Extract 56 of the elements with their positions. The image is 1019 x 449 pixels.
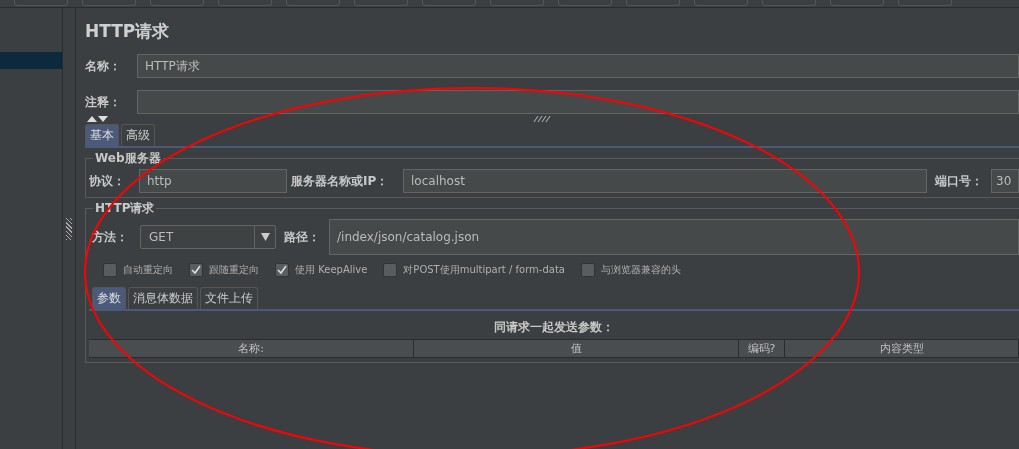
collapse-icon[interactable] bbox=[87, 115, 109, 122]
toolbar-button[interactable] bbox=[898, 0, 952, 6]
tab[interactable]: 消息体数据 bbox=[128, 287, 198, 309]
server-field[interactable]: localhost bbox=[403, 169, 927, 193]
toolbar-button[interactable] bbox=[830, 0, 884, 6]
panel-title: HTTP请求 bbox=[85, 20, 171, 43]
grip-icon bbox=[66, 217, 72, 240]
toolbar-button[interactable] bbox=[490, 0, 544, 6]
column-header: 内容类型 bbox=[785, 340, 1019, 357]
checkbox-label: 使用 KeepAlive bbox=[295, 263, 368, 277]
tab[interactable]: 参数 bbox=[92, 287, 126, 309]
toolbar-button[interactable] bbox=[14, 0, 68, 6]
column-header: 值 bbox=[414, 340, 739, 357]
checkbox[interactable] bbox=[580, 263, 595, 277]
field-label: 端口号： bbox=[935, 172, 984, 190]
checkbox-label: 对POST使用multipart / form-data bbox=[403, 263, 565, 277]
tab[interactable]: 基本 bbox=[85, 124, 119, 146]
checkbox-label: 与浏览器兼容的头 bbox=[600, 263, 681, 277]
field-label: 名称： bbox=[85, 57, 122, 75]
toolbar-button[interactable] bbox=[218, 0, 272, 6]
toolbar-button[interactable] bbox=[694, 0, 748, 6]
group-title: Web服务器 bbox=[93, 150, 163, 167]
field-label: 服务器名称或IP： bbox=[291, 172, 390, 190]
checkbox[interactable] bbox=[275, 263, 289, 277]
tree-item[interactable] bbox=[0, 52, 62, 69]
toolbar-button[interactable] bbox=[354, 0, 408, 6]
tab[interactable]: 文件上传 bbox=[200, 287, 258, 309]
toolbar-button[interactable] bbox=[762, 0, 816, 6]
checkbox[interactable] bbox=[383, 263, 398, 277]
name-field[interactable]: HTTP请求 bbox=[137, 54, 1019, 78]
toolbar-button[interactable] bbox=[422, 0, 476, 6]
method-dropdown[interactable]: GET bbox=[140, 225, 276, 249]
toolbar-button[interactable] bbox=[82, 0, 136, 6]
toolbar-button[interactable] bbox=[626, 0, 680, 6]
grip-icon bbox=[533, 115, 553, 122]
protocol-field[interactable]: http bbox=[139, 169, 287, 193]
toolbar-button[interactable] bbox=[286, 0, 340, 6]
toolbar-button[interactable] bbox=[150, 0, 204, 6]
column-header: 编码? bbox=[739, 340, 785, 357]
checkbox-label: 跟随重定向 bbox=[209, 263, 259, 277]
dropdown-arrow-icon bbox=[260, 233, 270, 241]
tab[interactable]: 高级 bbox=[121, 124, 155, 146]
field-label: 方法： bbox=[92, 228, 129, 246]
checkbox-label: 自动重定向 bbox=[123, 263, 173, 277]
port-field[interactable]: 30 bbox=[991, 169, 1019, 193]
table-caption: 同请求一起发送参数： bbox=[493, 319, 615, 336]
splitter[interactable] bbox=[63, 8, 76, 449]
comment-field[interactable] bbox=[137, 90, 1019, 114]
checkbox[interactable] bbox=[189, 263, 203, 277]
field-label: 路径： bbox=[284, 228, 321, 246]
toolbar-button[interactable] bbox=[558, 0, 612, 6]
field-label: 协议： bbox=[89, 172, 126, 190]
checkbox[interactable] bbox=[103, 263, 117, 277]
path-field[interactable]: /index/json/catalog.json bbox=[329, 219, 1019, 255]
field-label: 注释： bbox=[85, 93, 122, 111]
column-header: 名称: bbox=[89, 340, 414, 357]
